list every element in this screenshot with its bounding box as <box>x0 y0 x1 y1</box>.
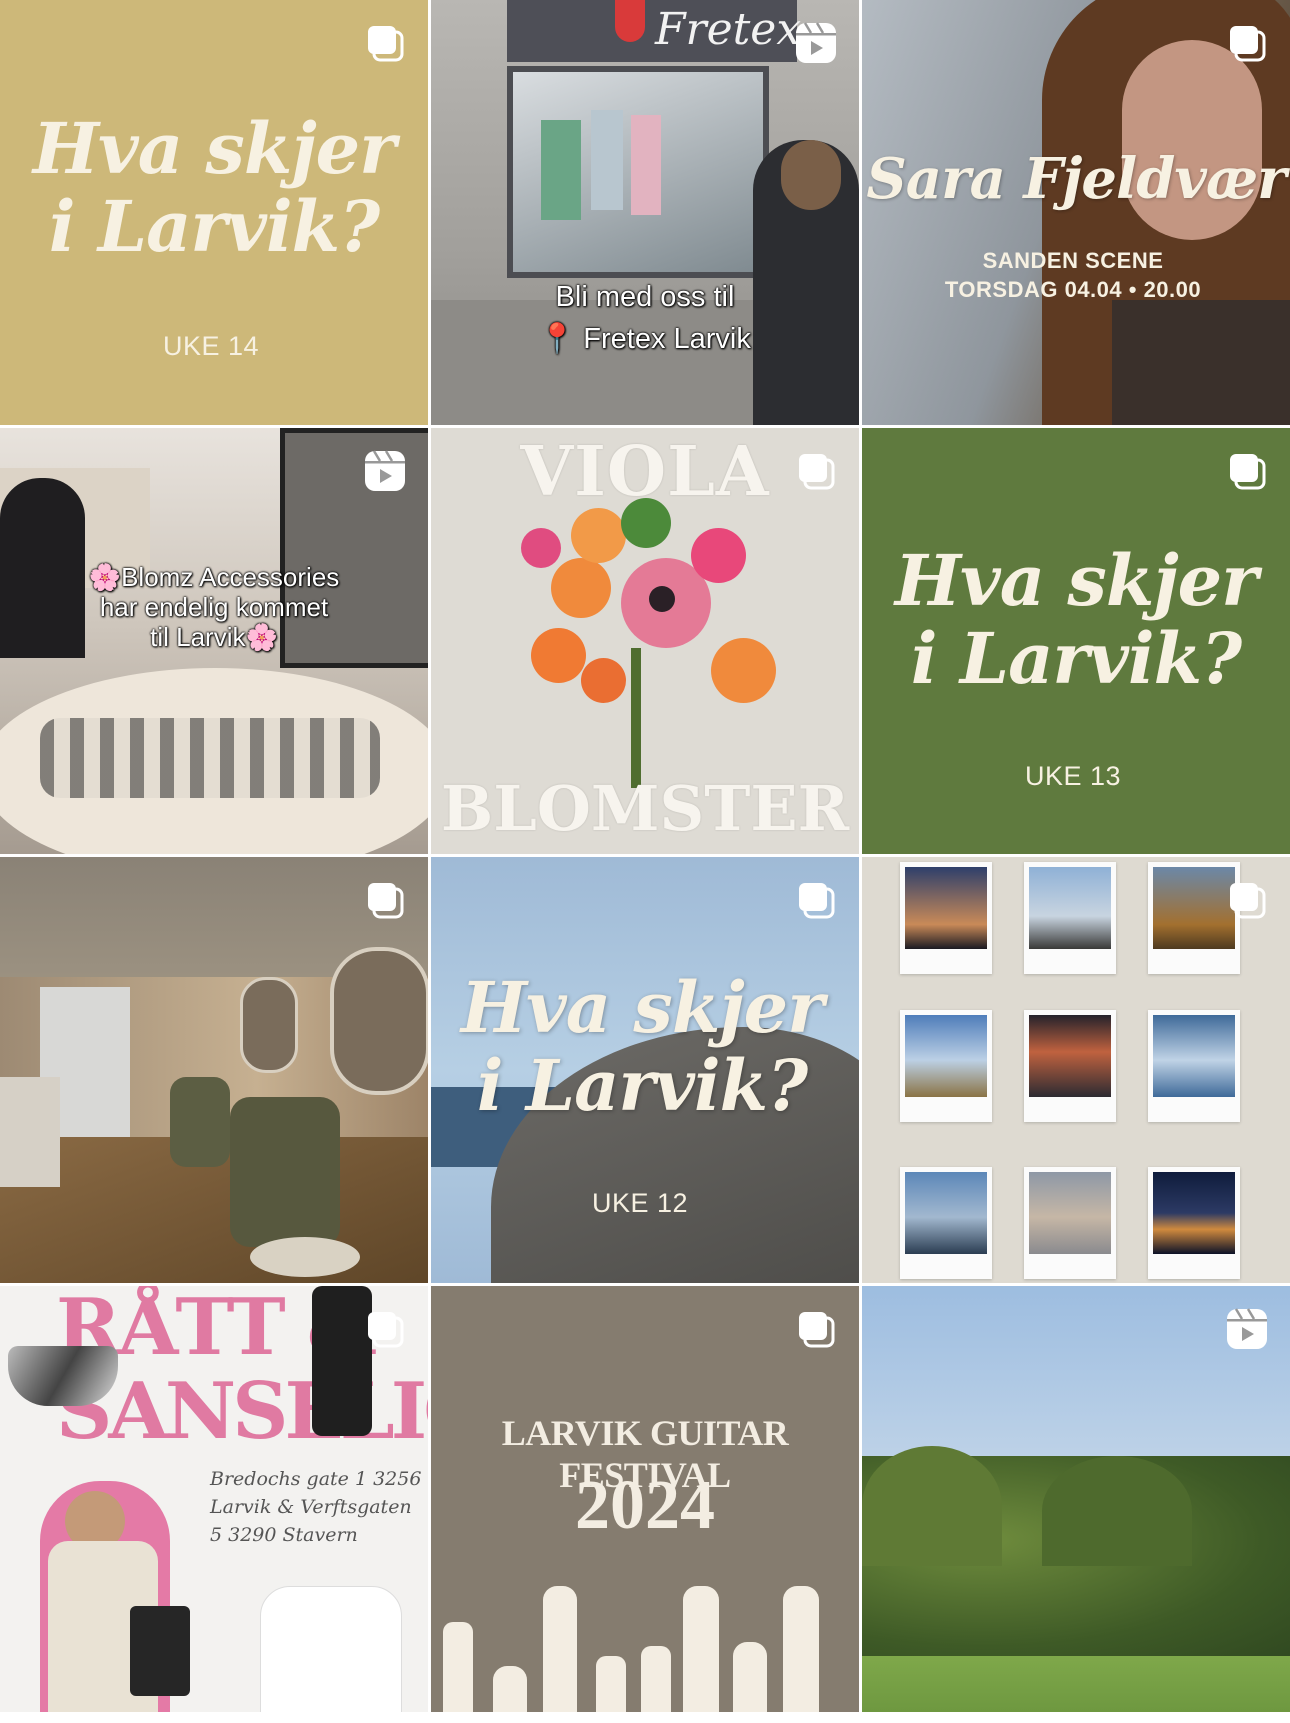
week-label: UKE 14 <box>162 331 260 361</box>
polaroid <box>900 1010 992 1122</box>
blomster-title: BLOMSTER <box>440 772 850 845</box>
post-ratt-sanselig[interactable]: RÅTT & SANSELIG Bredochs gate 1 3256 Lar… <box>0 1286 428 1712</box>
festival-year: 2024 <box>575 1467 715 1544</box>
meadow <box>862 1656 1290 1712</box>
guitar-heads <box>431 1586 859 1712</box>
post-blomz-reel[interactable]: 🌸Blomz Accessories har endelig kommet ti… <box>0 428 428 854</box>
address-line2: Larvik & Verftsgaten <box>210 1496 412 1518</box>
reel-icon <box>362 448 408 494</box>
post-title-line1: Hva skjer <box>460 966 824 1049</box>
week-label: UKE 12 <box>591 1188 689 1218</box>
post-larvik-guitar-festival[interactable]: LARVIK GUITAR FESTIVAL 2024 <box>431 1286 859 1712</box>
post-title-line2: i Larvik? <box>48 184 380 268</box>
salon-chair <box>230 1097 340 1247</box>
post-title-line1: Hva skjer <box>894 539 1258 622</box>
address-line1: Bredochs gate 1 3256 <box>210 1468 422 1490</box>
polaroid <box>900 1167 992 1279</box>
post-grid: Hva skjer i Larvik? UKE 14 Fretex Bli me… <box>0 0 1290 1723</box>
polaroid <box>1024 862 1116 974</box>
post-hva-skjer-uke12[interactable]: Hva skjer i Larvik? UKE 12 <box>431 857 859 1283</box>
polaroid <box>1148 1010 1240 1122</box>
address-line3: 5 3290 Stavern <box>210 1524 358 1546</box>
carousel-icon <box>1224 448 1270 494</box>
polaroid <box>1024 1010 1116 1122</box>
post-fretex-reel[interactable]: Fretex Bli med oss til 📍 Fretex Larvik <box>431 0 859 425</box>
post-polaroid-collage[interactable] <box>862 857 1290 1283</box>
post-title-line1: Hva skjer <box>32 107 396 190</box>
post-title-line2: i Larvik? <box>910 616 1242 700</box>
post-hva-skjer-uke13[interactable]: Hva skjer i Larvik? UKE 13 <box>862 428 1290 854</box>
polaroid <box>1024 1167 1116 1279</box>
bouquet <box>511 488 781 788</box>
reel-icon <box>793 20 839 66</box>
caption-line2: har endelig kommet <box>99 592 329 622</box>
carousel-icon <box>793 1306 839 1352</box>
venue-label: SANDEN SCENE <box>982 248 1164 273</box>
caption-line1: Bli med oss til <box>555 281 735 313</box>
carousel-icon <box>793 448 839 494</box>
carousel-icon <box>1224 20 1270 66</box>
artist-name: Sara Fjeldvær <box>866 146 1286 212</box>
caption-line3: til Larvik🌸 <box>150 622 278 652</box>
polaroid <box>1148 1167 1240 1279</box>
carousel-icon <box>1224 877 1270 923</box>
reel-icon <box>1224 1306 1270 1352</box>
post-sara-fjeldvaer[interactable]: Sara Fjeldvær SANDEN SCENE TORSDAG 04.04… <box>862 0 1290 425</box>
mirror <box>330 947 428 1095</box>
carousel-icon <box>362 20 408 66</box>
carousel-icon <box>362 877 408 923</box>
post-salon-interior[interactable] <box>0 857 428 1283</box>
carousel-icon <box>362 1306 408 1352</box>
post-hva-skjer-uke14[interactable]: Hva skjer i Larvik? UKE 14 <box>0 0 428 425</box>
bag-photo <box>8 1346 118 1406</box>
caption-line1: 🌸Blomz Accessories <box>88 562 340 592</box>
polaroid <box>900 862 992 974</box>
week-label: UKE 13 <box>1024 761 1122 791</box>
post-forest-reel[interactable] <box>862 1286 1290 1712</box>
fretex-logo <box>615 0 645 42</box>
carousel-icon <box>793 877 839 923</box>
caption-line2: 📍 Fretex Larvik <box>539 323 751 355</box>
post-title-line2: i Larvik? <box>476 1043 808 1127</box>
store-sign-text: Fretex <box>655 4 802 55</box>
date-label: TORSDAG 04.04 • 20.00 <box>944 277 1202 302</box>
post-viola-blomster[interactable]: VIOLA BLOMSTER <box>431 428 859 854</box>
blouse-photo <box>260 1586 402 1712</box>
